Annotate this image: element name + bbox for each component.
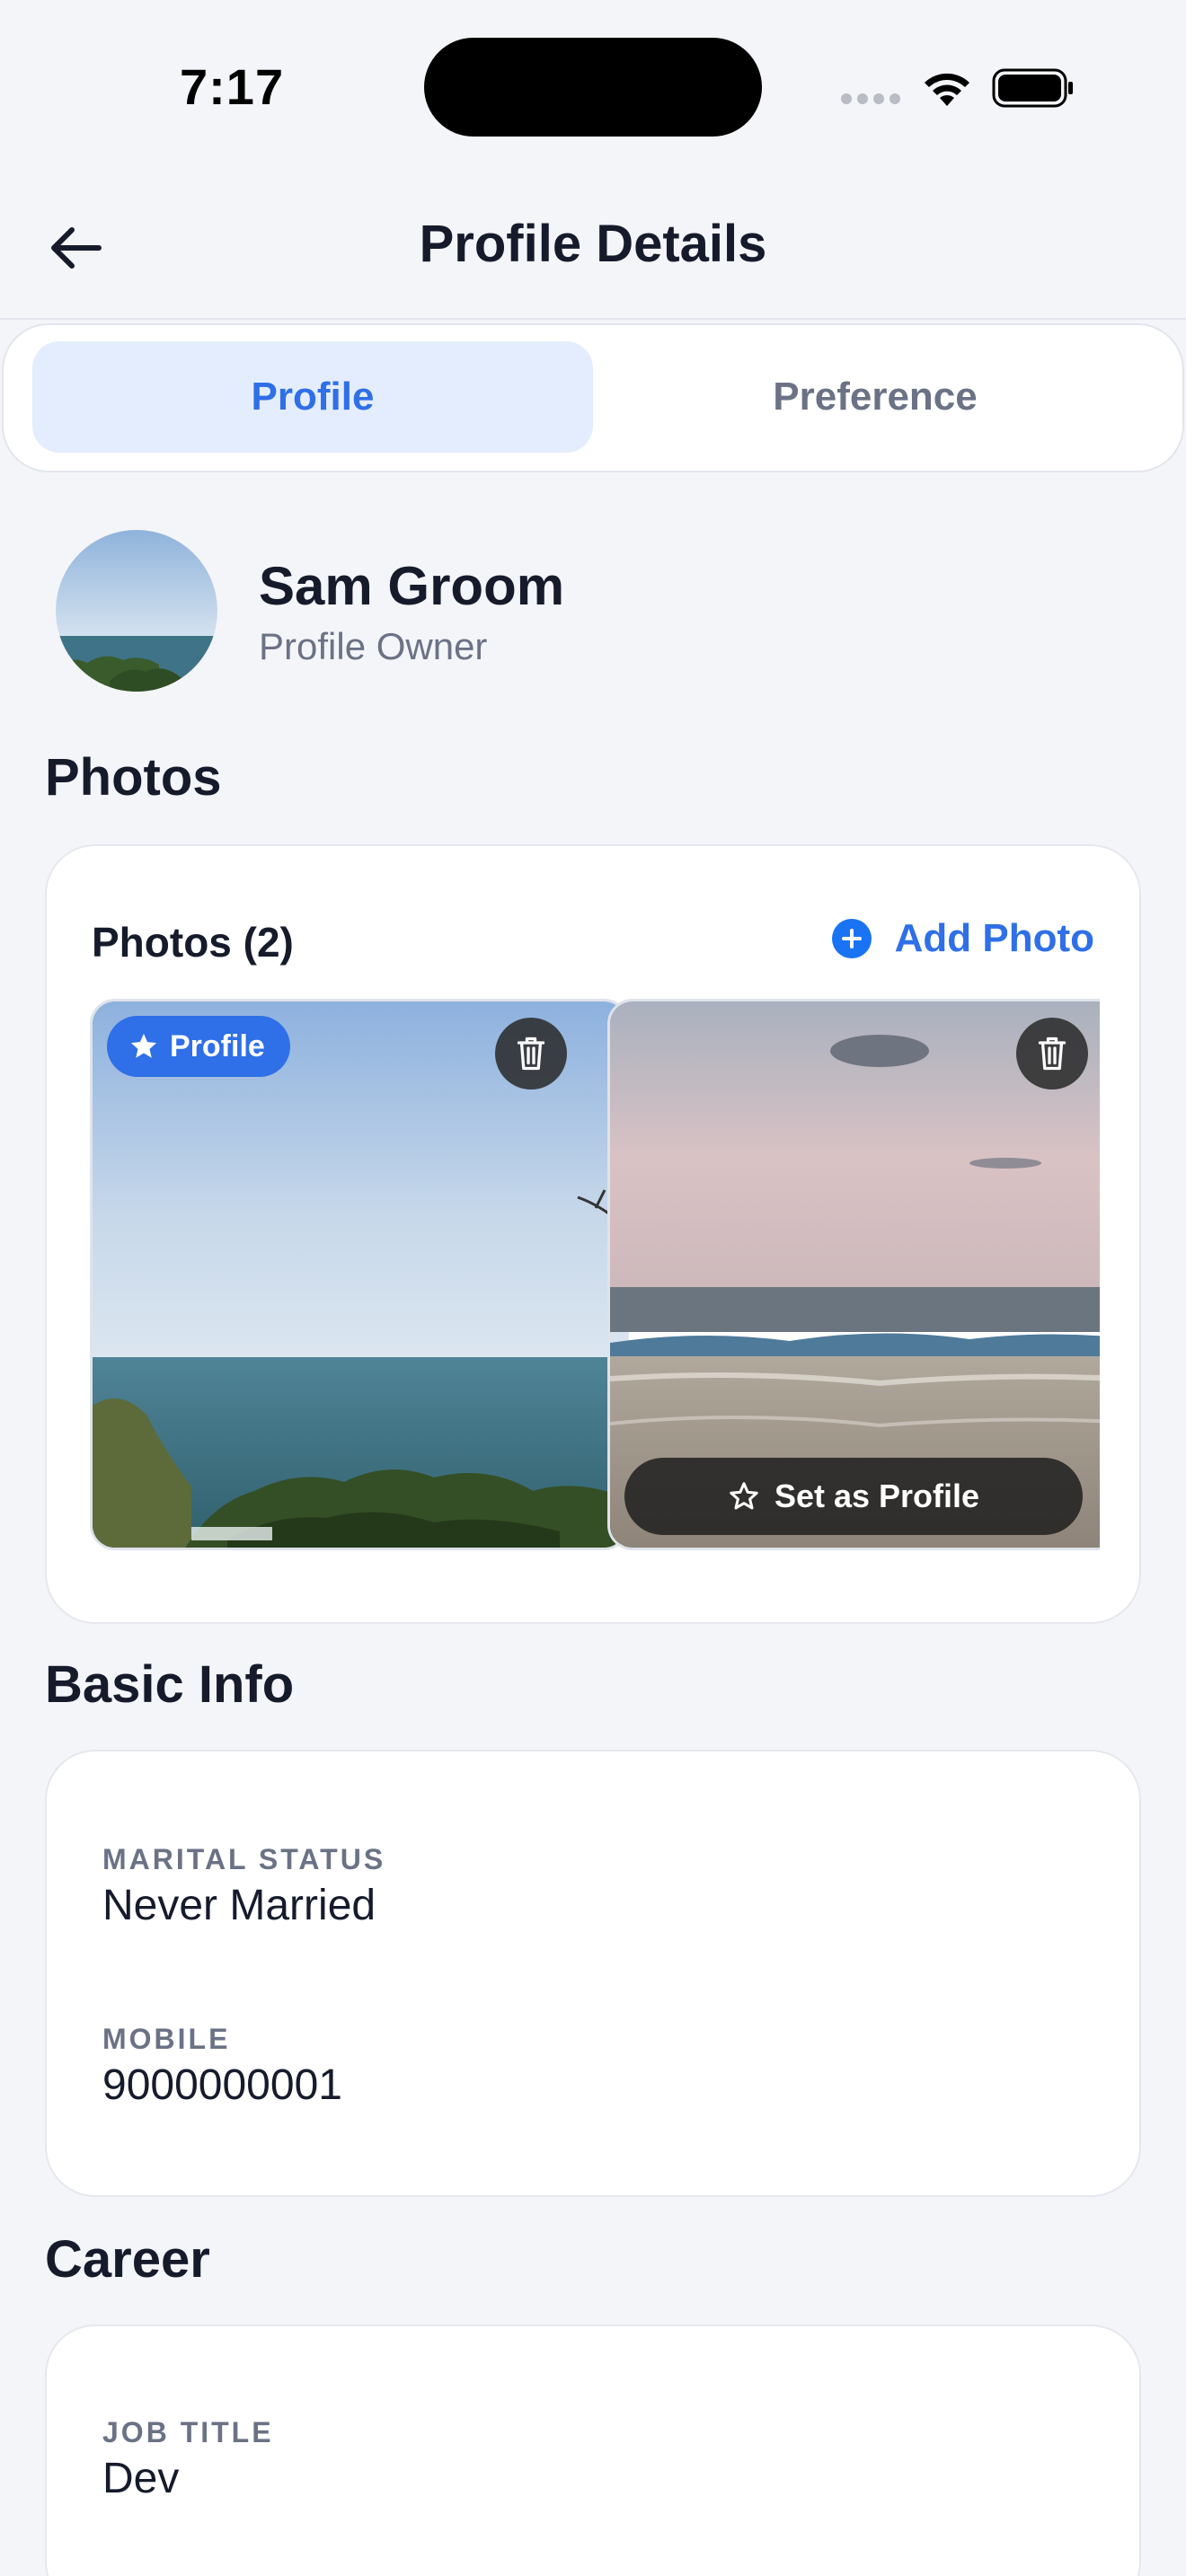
tab-profile[interactable]: Profile [32, 341, 593, 453]
plus-circle-icon [831, 919, 872, 958]
photo-item-2[interactable]: Set as Profile [607, 999, 1100, 1550]
wifi-icon [925, 73, 969, 106]
photo-carousel[interactable]: Profile Set as Profile [90, 999, 1100, 1550]
photos-card: Photos (2) Add Photo Profile Set as Prof… [45, 844, 1141, 1624]
add-photo-button[interactable]: Add Photo [831, 916, 1094, 961]
nav-header: Profile Details [0, 171, 1186, 320]
basic-info-heading: Basic Info [45, 1655, 295, 1714]
delete-photo-button[interactable] [495, 1018, 567, 1090]
trash-icon [517, 1037, 545, 1071]
mobile-value: 9000000001 [102, 2061, 342, 2109]
page-title: Profile Details [419, 215, 767, 273]
cellular-signal-icon [841, 93, 900, 106]
status-bar: 7:17 [0, 0, 1186, 171]
battery-icon [992, 68, 1073, 108]
add-photo-label: Add Photo [894, 916, 1094, 960]
career-heading: Career [45, 2230, 210, 2289]
delete-photo-button[interactable] [1016, 1018, 1088, 1090]
job-title-value: Dev [102, 2455, 180, 2502]
status-time: 7:17 [180, 58, 285, 115]
avatar [56, 530, 217, 692]
profile-badge-label: Profile [170, 1028, 265, 1063]
tab-preference[interactable]: Preference [595, 341, 1155, 453]
photo-item-1[interactable]: Profile [90, 999, 629, 1550]
star-outline-icon [730, 1482, 758, 1510]
set-as-profile-button[interactable]: Set as Profile [624, 1458, 1083, 1535]
profile-role: Profile Owner [259, 625, 488, 667]
photos-heading: Photos [45, 748, 222, 807]
segmented-tabs: Profile Preference [2, 323, 1184, 472]
job-title-label: JOB TITLE [102, 2416, 274, 2448]
trash-icon [1038, 1037, 1067, 1071]
star-filled-icon [130, 1033, 157, 1058]
profile-badge: Profile [107, 1016, 290, 1077]
profile-name: Sam Groom [259, 556, 565, 616]
dynamic-island [424, 38, 762, 137]
career-card: JOB TITLE Dev [45, 2325, 1141, 2576]
marital-status-value: Never Married [102, 1882, 376, 1929]
basic-info-card: MARITAL STATUS Never Married MOBILE 9000… [45, 1750, 1141, 2197]
set-as-profile-label: Set as Profile [774, 1478, 980, 1514]
photos-count: Photos (2) [92, 919, 294, 966]
mobile-label: MOBILE [102, 2023, 231, 2055]
marital-status-label: MARITAL STATUS [102, 1843, 386, 1875]
